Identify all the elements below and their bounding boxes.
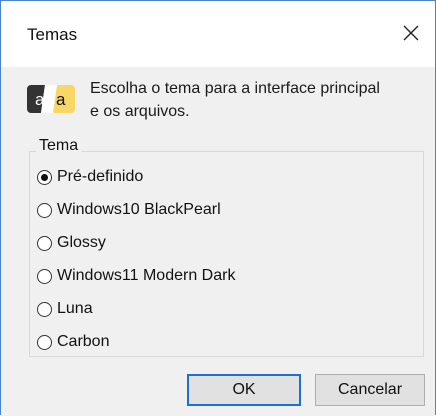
radio-button[interactable]	[37, 301, 52, 317]
theme-option-label: Glossy	[57, 234, 106, 251]
radio-button[interactable]	[37, 268, 52, 284]
theme-option-label: Windows10 BlackPearl	[57, 201, 221, 218]
theme-group-label: Tema	[36, 137, 82, 155]
theme-option[interactable]: Pré-definido	[37, 164, 143, 190]
theme-option[interactable]: Glossy	[37, 230, 106, 256]
theme-option[interactable]: Carbon	[37, 329, 109, 355]
dialog-body: a a Escolha o tema para a interface prin…	[1, 67, 435, 416]
close-icon	[403, 25, 419, 41]
title-bar: Temas	[1, 1, 435, 67]
theme-option[interactable]: Luna	[37, 296, 93, 322]
theme-option-label: Pré-definido	[57, 168, 144, 185]
theme-icon-letter-light: a	[56, 90, 66, 109]
themes-dialog: Temas a a Escolha o tema para a interfac…	[0, 0, 436, 416]
close-button[interactable]	[397, 19, 425, 47]
theme-icon-letter-dark: a	[35, 90, 45, 109]
radio-button[interactable]	[37, 334, 52, 350]
radio-button[interactable]	[37, 202, 52, 218]
cancel-button[interactable]: Cancelar	[315, 374, 425, 406]
description-text: Escolha o tema para a interface principa…	[90, 80, 380, 120]
theme-option[interactable]: Windows10 BlackPearl	[37, 197, 221, 223]
theme-aa-icon: a a	[27, 85, 75, 113]
radio-button[interactable]	[37, 235, 52, 251]
theme-option-label: Windows11 Modern Dark	[57, 267, 236, 284]
dialog-title: Temas	[27, 25, 78, 44]
theme-option-label: Carbon	[57, 333, 110, 350]
theme-option[interactable]: Windows11 Modern Dark	[37, 263, 235, 289]
radio-button-checked[interactable]	[37, 169, 52, 185]
ok-button[interactable]: OK	[187, 374, 301, 406]
theme-option-label: Luna	[57, 300, 93, 317]
